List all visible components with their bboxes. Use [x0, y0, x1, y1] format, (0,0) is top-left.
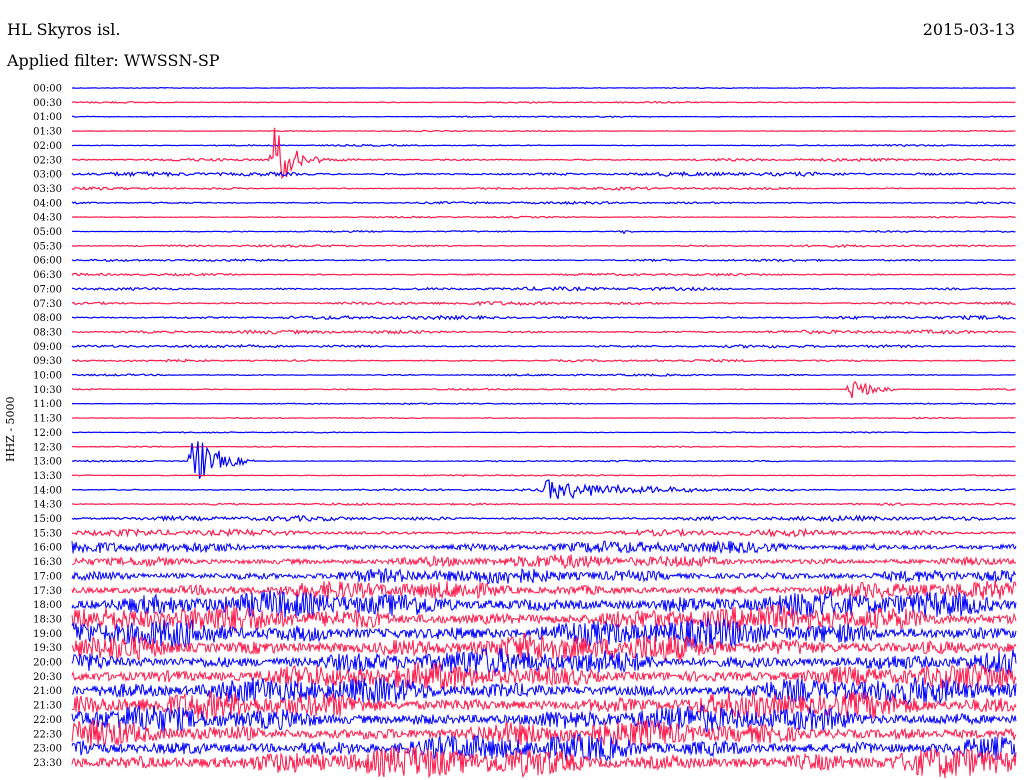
- time-tick-label: 10:30: [33, 385, 62, 396]
- seismic-trace: [71, 300, 1016, 307]
- seismic-trace: [71, 143, 1016, 147]
- time-tick-label: 20:30: [33, 672, 62, 683]
- time-tick-label: 10:00: [33, 371, 62, 382]
- time-tick-label: 14:30: [33, 500, 62, 511]
- time-tick-label: 03:00: [33, 170, 62, 181]
- time-tick-label: 12:00: [33, 428, 62, 439]
- time-tick-label: 00:00: [33, 84, 62, 95]
- seismic-trace: [71, 100, 1016, 104]
- seismic-trace: [71, 514, 1016, 523]
- time-tick-label: 08:00: [33, 313, 62, 324]
- time-tick-label: 22:00: [33, 715, 62, 726]
- seismic-trace: [71, 479, 1016, 500]
- seismic-trace: [71, 215, 1016, 219]
- seismic-trace: [71, 170, 1016, 178]
- time-tick-label: 13:30: [33, 471, 62, 482]
- time-tick-label: 09:00: [33, 342, 62, 353]
- seismic-trace: [71, 358, 1016, 363]
- time-tick-label: 11:00: [33, 399, 62, 410]
- seismic-trace: [71, 329, 1016, 335]
- seismic-trace: [71, 502, 1016, 507]
- seismic-trace: [71, 258, 1016, 263]
- seismic-trace: [71, 431, 1016, 434]
- time-tick-label: 12:30: [33, 442, 62, 453]
- time-tick-label: 06:00: [33, 256, 62, 267]
- trace-group: [71, 86, 1017, 779]
- time-tick-label: 20:00: [33, 658, 62, 669]
- time-tick-label: 11:30: [33, 414, 62, 425]
- seismogram: 00:00 00:30 01:00 01:30 02:00 02:30 03:00 03:30…: [33, 84, 1017, 779]
- time-tick-label: 07:30: [33, 299, 62, 310]
- seismic-trace: [71, 115, 1016, 118]
- seismic-trace: [71, 380, 1016, 399]
- time-tick-label: 18:00: [33, 600, 62, 611]
- time-tick-label: 05:00: [33, 227, 62, 238]
- seismic-trace: [71, 186, 1016, 191]
- time-tick-label: 04:00: [33, 198, 62, 209]
- time-tick-label: 03:30: [33, 184, 62, 195]
- time-tick-labels: 00:00 00:30 01:00 01:30 02:00 02:30 03:00 03:30…: [33, 84, 62, 769]
- seismic-trace: [72, 285, 1016, 292]
- seismic-trace: [71, 200, 1016, 206]
- seismic-trace: [71, 746, 1017, 779]
- time-tick-label: 14:00: [33, 485, 62, 496]
- time-tick-label: 15:00: [33, 514, 62, 525]
- time-tick-label: 06:30: [33, 270, 62, 281]
- time-tick-label: 02:30: [33, 155, 62, 166]
- time-tick-label: 16:30: [33, 557, 62, 568]
- time-tick-label: 01:00: [33, 112, 62, 123]
- seismic-trace: [72, 554, 1017, 570]
- seismic-trace: [71, 229, 1016, 235]
- time-tick-label: 22:30: [33, 729, 62, 740]
- time-tick-label: 18:30: [33, 614, 62, 625]
- seismic-trace: [71, 719, 1017, 749]
- time-tick-label: 23:00: [33, 744, 62, 755]
- seismic-trace: [71, 567, 1017, 584]
- seismic-trace: [71, 474, 1016, 477]
- time-tick-label: 04:30: [33, 213, 62, 224]
- time-tick-label: 21:00: [33, 686, 62, 697]
- seismic-trace: [71, 527, 1016, 538]
- time-tick-label: 23:30: [33, 758, 62, 769]
- seismic-trace: [71, 539, 1017, 555]
- time-tick-label: 17:00: [33, 571, 62, 582]
- seismic-trace: [71, 343, 1016, 349]
- time-tick-label: 19:30: [33, 643, 62, 654]
- time-tick-label: 09:30: [33, 356, 62, 367]
- time-tick-label: 15:30: [33, 528, 62, 539]
- seismic-trace: [71, 580, 1017, 601]
- seismic-trace: [71, 314, 1016, 321]
- seismic-trace: [72, 690, 1017, 720]
- time-tick-label: 08:30: [33, 327, 62, 338]
- time-tick-label: 13:00: [33, 457, 62, 468]
- seismic-trace: [71, 373, 1016, 377]
- seismic-trace: [71, 402, 1016, 406]
- time-tick-label: 00:30: [33, 98, 62, 109]
- seismic-trace: [71, 243, 1016, 248]
- time-tick-label: 16:00: [33, 543, 62, 554]
- time-tick-label: 17:30: [33, 586, 62, 597]
- seismic-trace: [71, 416, 1016, 420]
- seismic-trace: [71, 445, 1016, 448]
- time-tick-label: 07:00: [33, 284, 62, 295]
- seismic-trace: [71, 129, 1016, 133]
- time-tick-label: 01:30: [33, 127, 62, 138]
- time-tick-label: 05:30: [33, 241, 62, 252]
- seismic-trace: [71, 86, 1016, 90]
- time-tick-label: 02:00: [33, 141, 62, 152]
- time-tick-label: 21:30: [33, 701, 62, 712]
- time-tick-label: 19:00: [33, 629, 62, 640]
- seismic-trace: [71, 272, 1016, 277]
- seismic-trace: [71, 127, 1016, 180]
